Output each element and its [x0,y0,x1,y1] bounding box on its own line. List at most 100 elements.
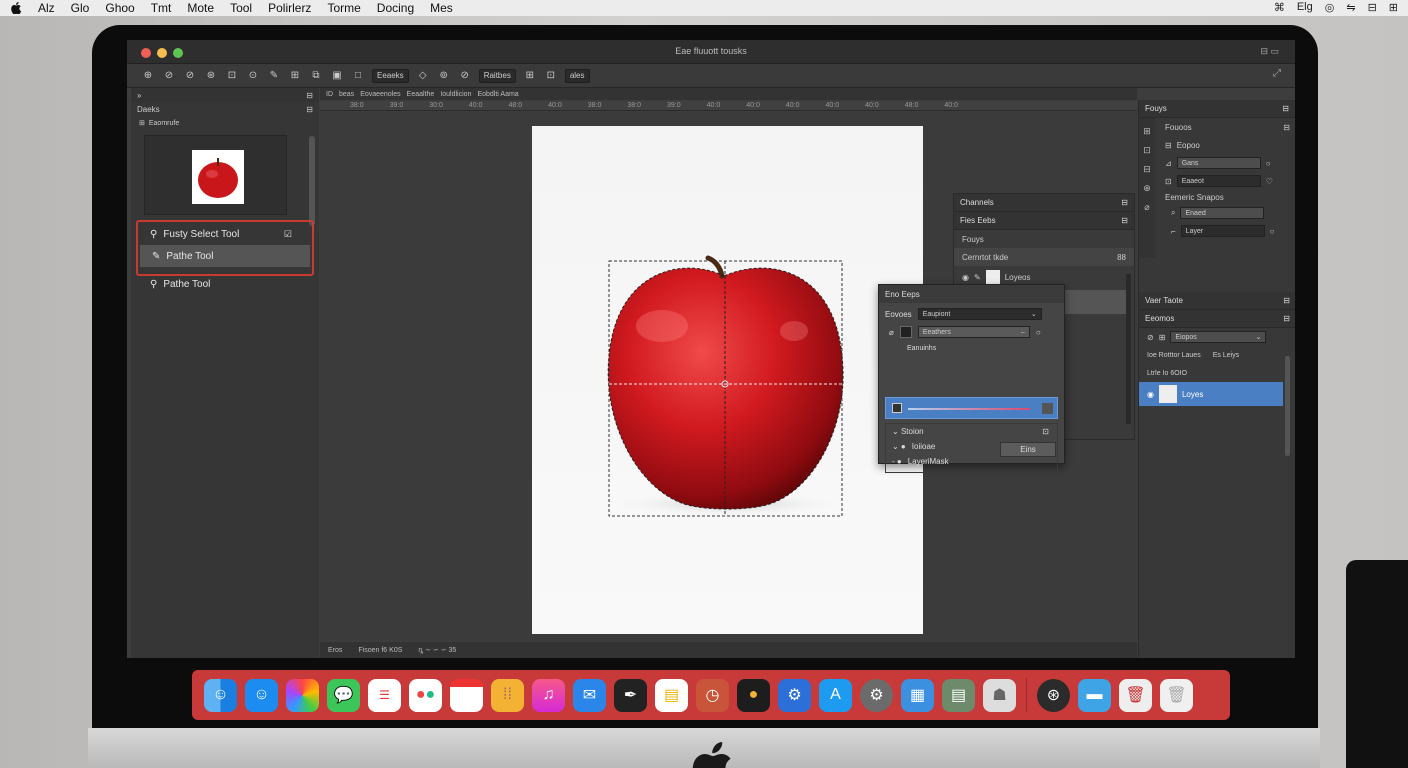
reminders-icon[interactable]: ☰ [368,678,401,712]
refresh-icon[interactable]: ⊙ [246,69,260,83]
size-dropdown[interactable]: ales [564,68,590,83]
swatch[interactable] [899,326,912,338]
safari-icon[interactable]: ☺ [245,678,278,712]
selected-layer-row[interactable]: ◉ Loyes [1139,382,1283,406]
messages-icon[interactable]: 💬 [327,678,360,712]
adjust-row[interactable]: ⊿ Gans ○ [1157,154,1295,172]
apple-logo-icon[interactable] [10,2,22,14]
utility-icon[interactable]: ☗ [983,678,1016,712]
crop-icon[interactable]: ⊞ [288,69,302,83]
menu-item-4[interactable]: Tmt [151,1,172,15]
mode-field[interactable]: Eeaeks [372,68,409,83]
snap-row[interactable]: ⌐ Layer ○ [1157,222,1295,240]
feather-select[interactable]: Eeathers – [917,326,1030,338]
audio-icon[interactable]: ● [737,678,770,712]
tool-row-path[interactable]: ⚲ Pathe Tool [138,273,312,295]
brush-icon[interactable]: ⊘ [183,69,197,83]
panel-menu-icon[interactable]: ⊟ [1121,216,1128,225]
window-layout-icon[interactable]: ⊟ ▭ [1260,46,1279,57]
status-icon-2[interactable]: Elg [1297,1,1313,14]
status-icon-4[interactable]: ⇋ [1346,1,1355,14]
frame-icon[interactable]: ▣ [330,69,344,83]
system-prefs-icon[interactable]: ⚙ [860,678,893,712]
panel-menu-icon[interactable]: ⊟ [306,105,313,114]
app-store-icon[interactable]: A [819,678,852,712]
circle-icon[interactable]: ⊚ [437,69,451,83]
trash-icon[interactable]: 🗑 [1160,678,1193,712]
eye-icon[interactable]: ◉ [962,273,969,282]
tab[interactable]: Eeaalthe [407,91,435,98]
scrollbar[interactable] [309,136,315,226]
scrollbar[interactable] [1126,274,1131,424]
ok-button[interactable]: Eins [1000,442,1056,457]
menu-item-8[interactable]: Torme [327,1,360,15]
pen-icon[interactable]: ✎ [267,69,281,83]
panel-icon[interactable]: ⊡ [1143,145,1151,156]
panel-icon[interactable]: ⊕ [1143,183,1151,194]
status-icon-1[interactable]: ⌘ [1274,1,1285,14]
grid-icon[interactable]: ⊞ [523,69,537,83]
music-icon[interactable]: ♫ [532,678,565,712]
panel-menu-icon[interactable]: ⊟ [1282,104,1289,113]
status-zoom[interactable]: Eros [328,647,342,654]
blend-mode-select[interactable]: Eaupiont ⌄ [917,308,1042,320]
finder-icon[interactable]: ☺ [204,678,237,712]
menu-item-10[interactable]: Mes [430,1,453,15]
adjust-row[interactable]: ⊡ Eaaeot ♡ [1157,172,1295,190]
radio-icon[interactable]: ○ [1036,328,1041,337]
panel-menu-icon[interactable]: ⊟ [1283,123,1290,132]
tab[interactable]: Eovaeenoles [360,91,400,98]
status-icon-6[interactable]: ⊞ [1389,1,1398,14]
status-icon-3[interactable]: ◎ [1325,1,1335,14]
tab[interactable]: Eobdlti Aama [477,91,518,98]
navigator-preview[interactable] [144,135,287,215]
calendar-icon[interactable] [450,678,483,712]
menu-item-1[interactable]: Alz [38,1,55,15]
notes-icon[interactable]: ⁞⁞ [491,678,524,712]
layers-icon[interactable]: ⧉ [309,69,323,83]
tab[interactable]: beas [339,91,354,98]
menu-item-5[interactable]: Mote [187,1,214,15]
trash-full-icon[interactable]: 🗑 [1119,678,1152,712]
menu-item-6[interactable]: Tool [230,1,252,15]
shape-icon[interactable]: ◇ [416,69,430,83]
layer-filter-row[interactable]: ⊘ ⊞ Eiopos ⌄ [1139,328,1295,346]
adjust-row[interactable]: ⊟ Eopoo [1157,136,1295,154]
slider-track[interactable] [908,408,1030,410]
paths-tab[interactable]: Fies Eebs [960,216,996,225]
menu-item-7[interactable]: Polirlerz [268,1,311,15]
panel-icon[interactable]: ⊞ [1143,126,1151,137]
menu-item-3[interactable]: Ghoo [105,1,134,15]
slider-row[interactable] [885,397,1058,419]
box-icon[interactable]: ⊡ [544,69,558,83]
eye-icon[interactable]: ◉ [1147,390,1154,399]
document-canvas[interactable] [532,126,923,634]
figma-icon[interactable]: ● ● [409,678,442,712]
snap-row[interactable]: ⌕ Enaed [1157,204,1295,222]
panel-menu-icon[interactable]: ⊟ [1121,198,1128,207]
menu-item-9[interactable]: Docing [377,1,414,15]
mask-list-item[interactable]: ⌄ Stoion ⊡ [886,424,1057,439]
panel-icon[interactable]: ⌀ [1144,202,1149,213]
scanner-icon[interactable]: ▤ [942,678,975,712]
close-icon[interactable]: ⊟ [306,91,313,100]
tools-icon[interactable]: ⚙ [778,678,811,712]
menu-item-2[interactable]: Glo [71,1,90,15]
lasso-icon[interactable]: ⊘ [162,69,176,83]
scrollbar[interactable] [1285,356,1290,456]
channels-tab[interactable]: Channels [960,198,994,207]
layer-row[interactable]: Ltrle Io 6OIO [1139,364,1295,382]
clock-icon[interactable]: ◷ [696,678,729,712]
style-dropdown[interactable]: Raitbes [478,68,516,83]
expand-icon[interactable]: ⤢ [1273,68,1281,79]
add-icon[interactable]: ⊕ [141,69,155,83]
subtract-icon[interactable]: ⊛ [204,69,218,83]
rect-icon[interactable]: □ [351,69,365,83]
tab[interactable]: Iouldlicion [440,91,471,98]
slash-icon[interactable]: ⊘ [458,69,472,83]
mail-icon[interactable]: ✉ [573,678,606,712]
steam-icon[interactable]: ⊛ [1037,678,1070,712]
intersect-icon[interactable]: ⊡ [225,69,239,83]
quill-icon[interactable]: ✒ [614,678,647,712]
ios-app-icon[interactable]: ▦ [901,678,934,712]
